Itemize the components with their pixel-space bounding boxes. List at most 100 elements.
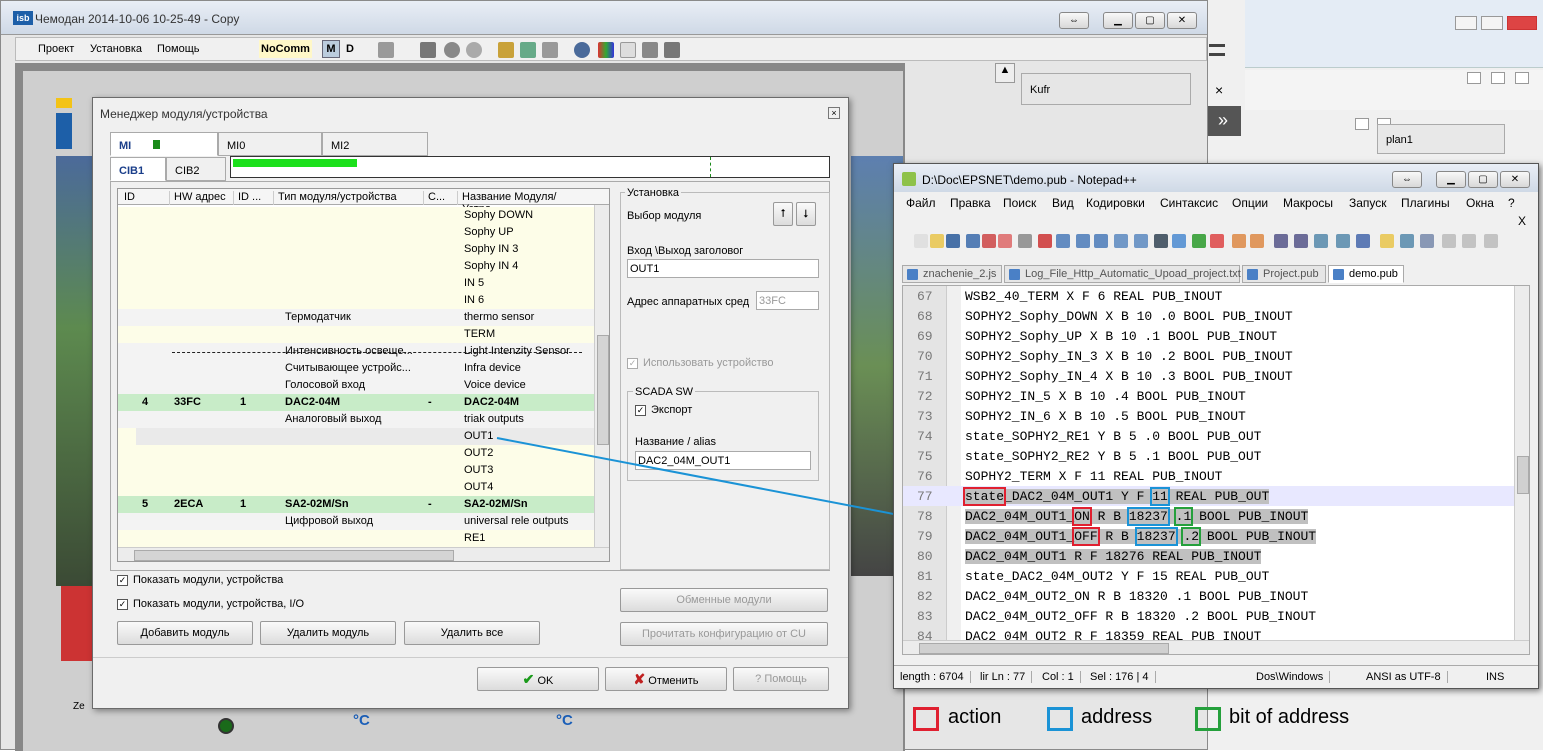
address-mark: 11 bbox=[1150, 487, 1170, 506]
code-line[interactable]: 82 DAC2_04M_OUT2_ON R B 18320 .1 BOOL PUB… bbox=[903, 586, 1523, 606]
code-line[interactable]: 76 SOPHY2_TERM X F 11 REAL PUB_INOUT bbox=[903, 466, 1523, 486]
code-line[interactable]: 72 SOPHY2_IN_5 X B 10 .4 BOOL PUB_INOUT bbox=[903, 386, 1523, 406]
legend-bit-swatch bbox=[1195, 707, 1221, 731]
status-line: lir Ln : 77 bbox=[980, 671, 1033, 683]
toolbar-icon[interactable] bbox=[1274, 234, 1288, 248]
toolbar-icon[interactable] bbox=[1114, 234, 1128, 248]
npp-tab-active[interactable]: demo.pub bbox=[1328, 265, 1404, 283]
npp-menu-file[interactable]: Файл bbox=[906, 196, 936, 210]
editor-vscroll[interactable] bbox=[1514, 286, 1529, 640]
npp-tab[interactable]: znachenie_2.js bbox=[902, 265, 1002, 283]
line-number: 80 bbox=[917, 549, 933, 564]
line-number: 68 bbox=[917, 309, 933, 324]
toolbar-icon[interactable] bbox=[1134, 234, 1148, 248]
npp-tab[interactable]: Project.pub bbox=[1242, 265, 1326, 283]
toolbar-icon[interactable] bbox=[998, 234, 1012, 248]
npp-minimize-button[interactable]: ▁ bbox=[1436, 171, 1466, 188]
toolbar-icon[interactable] bbox=[1294, 234, 1308, 248]
toolbar-icon[interactable] bbox=[966, 234, 980, 248]
editor-hscroll[interactable] bbox=[903, 640, 1529, 654]
code-line[interactable]: 77 state_DAC2_04M_OUT1 Y F 11 REAL PUB_OU… bbox=[903, 486, 1523, 506]
line-text: SOPHY2_Sophy_IN_3 X B 10 .2 BOOL PUB_INO… bbox=[965, 349, 1293, 364]
toolbar-icon[interactable] bbox=[1232, 234, 1246, 248]
toolbar-icon[interactable] bbox=[1192, 234, 1206, 248]
code-editor[interactable]: 67 WSB2_40_TERM X F 6 REAL PUB_INOUT 68 SOP… bbox=[902, 285, 1530, 655]
legend-action-swatch bbox=[913, 707, 939, 731]
toolbar-icon[interactable] bbox=[1484, 234, 1498, 248]
status-eol: Dos\Windows bbox=[1256, 671, 1331, 683]
toolbar-icon[interactable] bbox=[1380, 234, 1394, 248]
code-line[interactable]: 78 DAC2_04M_OUT1_ON R B 18237 .1 BOOL PUB… bbox=[903, 506, 1523, 526]
line-text: DAC2_04M_OUT1 R F 18276 REAL PUB_INOUT bbox=[965, 549, 1262, 564]
npp-maximize-button[interactable]: ▢ bbox=[1468, 171, 1498, 188]
npp-close-doc-icon[interactable]: X bbox=[1518, 214, 1526, 228]
npp-menu-encoding[interactable]: Кодировки bbox=[1086, 196, 1145, 210]
toolbar-icon[interactable] bbox=[946, 234, 960, 248]
code-line[interactable]: 68 SOPHY2_Sophy_DOWN X B 10 .0 BOOL PUB_I… bbox=[903, 306, 1523, 326]
bit-mark: .1 bbox=[1173, 507, 1194, 526]
toolbar-icon[interactable] bbox=[914, 234, 928, 248]
code-line[interactable]: 79 DAC2_04M_OUT1_OFF R B 18237 .2 BOOL PU… bbox=[903, 526, 1523, 546]
npp-menu-syntax[interactable]: Синтаксис bbox=[1160, 196, 1218, 210]
code-line[interactable]: 75 state_SOPHY2_RE2 Y B 5 .1 BOOL PUB_OUT bbox=[903, 446, 1523, 466]
toolbar-icon[interactable] bbox=[930, 234, 944, 248]
line-text: SOPHY2_TERM X F 11 REAL PUB_INOUT bbox=[965, 469, 1223, 484]
code-line[interactable]: 81 state_DAC2_04M_OUT2 Y F 15 REAL PUB_OU… bbox=[903, 566, 1523, 586]
line-segment: DAC2_04M_OUT1_ bbox=[965, 529, 1075, 544]
line-text: WSB2_40_TERM X F 6 REAL PUB_INOUT bbox=[965, 289, 1223, 304]
line-number: 74 bbox=[917, 429, 933, 444]
toolbar-icon[interactable] bbox=[1314, 234, 1328, 248]
toolbar-icon[interactable] bbox=[1038, 234, 1052, 248]
legend-address: address bbox=[1081, 706, 1153, 728]
code-line[interactable]: 70 SOPHY2_Sophy_IN_3 X B 10 .2 BOOL PUB_I… bbox=[903, 346, 1523, 366]
toolbar-icon[interactable] bbox=[1154, 234, 1168, 248]
line-number: 76 bbox=[917, 469, 933, 484]
npp-menu-run[interactable]: Запуск bbox=[1349, 196, 1387, 210]
code-line[interactable]: 83 DAC2_04M_OUT2_OFF R B 18320 .2 BOOL PU… bbox=[903, 606, 1523, 626]
toolbar-icon[interactable] bbox=[982, 234, 996, 248]
line-number: 78 bbox=[917, 509, 933, 524]
npp-restore-button[interactable]: ⇔ bbox=[1392, 171, 1422, 188]
line-segment bbox=[1168, 509, 1176, 524]
toolbar-icon[interactable] bbox=[1250, 234, 1264, 248]
npp-menu-plugins[interactable]: Плагины bbox=[1401, 196, 1450, 210]
toolbar-icon[interactable] bbox=[1442, 234, 1456, 248]
line-text: DAC2_04M_OUT2_ON R B 18320 .1 BOOL PUB_I… bbox=[965, 589, 1309, 604]
toolbar-icon[interactable] bbox=[1056, 234, 1070, 248]
toolbar-icon[interactable] bbox=[1356, 234, 1370, 248]
toolbar-icon[interactable] bbox=[1462, 234, 1476, 248]
line-segment: REAL PUB_OUT bbox=[1167, 489, 1270, 504]
npp-close-button[interactable]: ✕ bbox=[1500, 171, 1530, 188]
npp-menu-view[interactable]: Вид bbox=[1052, 196, 1074, 210]
status-encoding: ANSI as UTF-8 bbox=[1366, 671, 1448, 683]
toolbar-icon[interactable] bbox=[1172, 234, 1186, 248]
npp-tab[interactable]: Log_File_Http_Automatic_Upoad_project.tx… bbox=[1004, 265, 1241, 283]
code-line[interactable]: 73 SOPHY2_IN_6 X B 10 .5 BOOL PUB_INOUT bbox=[903, 406, 1523, 426]
code-line[interactable]: 67 WSB2_40_TERM X F 6 REAL PUB_INOUT bbox=[903, 286, 1523, 306]
line-text: state_SOPHY2_RE1 Y B 5 .0 BOOL PUB_OUT bbox=[965, 429, 1262, 444]
npp-menu-macros[interactable]: Макросы bbox=[1283, 196, 1333, 210]
toolbar-icon[interactable] bbox=[1076, 234, 1090, 248]
code-line[interactable]: 69 SOPHY2_Sophy_UP X B 10 .1 BOOL PUB_INO… bbox=[903, 326, 1523, 346]
line-number: 69 bbox=[917, 329, 933, 344]
npp-menu-help[interactable]: ? bbox=[1508, 196, 1515, 210]
code-line[interactable]: 74 state_SOPHY2_RE1 Y B 5 .0 BOOL PUB_OUT bbox=[903, 426, 1523, 446]
action-mark: state bbox=[962, 487, 1007, 506]
line-number: 77 bbox=[917, 489, 933, 504]
address-mark: 18237 bbox=[1126, 507, 1170, 526]
npp-menu-window[interactable]: Окна bbox=[1466, 196, 1494, 210]
npp-menu-options[interactable]: Опции bbox=[1232, 196, 1268, 210]
toolbar-icon[interactable] bbox=[1018, 234, 1032, 248]
toolbar-icon[interactable] bbox=[1420, 234, 1434, 248]
status-ins: INS bbox=[1486, 671, 1505, 683]
code-line[interactable]: 71 SOPHY2_Sophy_IN_4 X B 10 .3 BOOL PUB_I… bbox=[903, 366, 1523, 386]
code-line[interactable]: 80 DAC2_04M_OUT1 R F 18276 REAL PUB_INOUT bbox=[903, 546, 1523, 566]
notepad-window: D:\Doc\EPSNET\demo.pub - Notepad++ ⇔ ▁ ▢… bbox=[893, 163, 1539, 689]
toolbar-icon[interactable] bbox=[1336, 234, 1350, 248]
toolbar-icon[interactable] bbox=[1210, 234, 1224, 248]
line-text: state_DAC2_04M_OUT2 Y F 15 REAL PUB_OUT bbox=[965, 569, 1270, 584]
npp-menu-edit[interactable]: Правка bbox=[950, 196, 991, 210]
npp-menu-search[interactable]: Поиск bbox=[1003, 196, 1036, 210]
toolbar-icon[interactable] bbox=[1094, 234, 1108, 248]
toolbar-icon[interactable] bbox=[1400, 234, 1414, 248]
